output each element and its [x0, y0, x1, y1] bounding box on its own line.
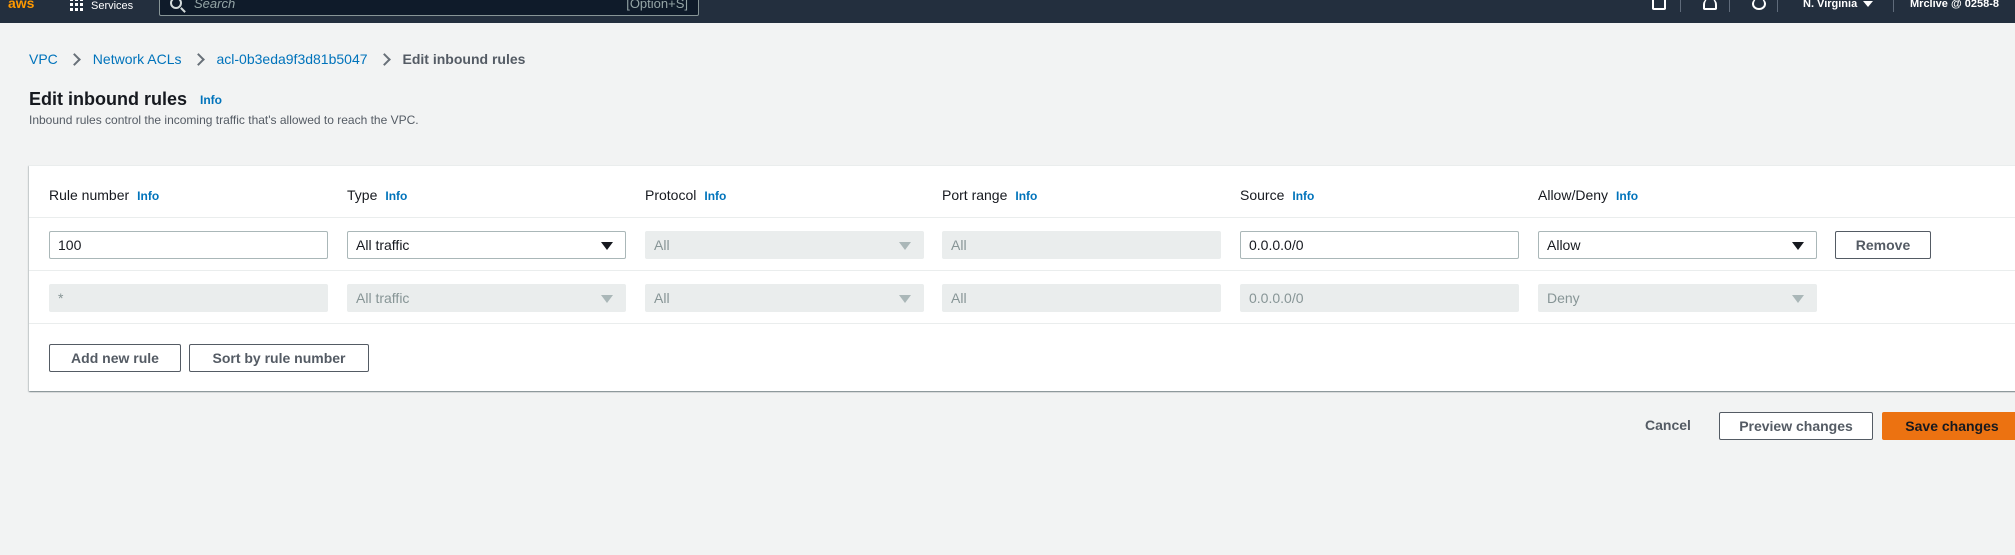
source-input[interactable]: 0.0.0.0/0 — [1240, 231, 1519, 259]
row-divider — [29, 323, 2015, 324]
info-link[interactable]: Info — [1015, 189, 1037, 203]
info-link[interactable]: Info — [1292, 189, 1314, 203]
allow-deny-value: Allow — [1547, 237, 1581, 253]
caret-down-icon — [601, 295, 613, 303]
allow-deny-select-default: Deny — [1538, 284, 1817, 312]
preview-changes-button[interactable]: Preview changes — [1719, 412, 1873, 440]
divider — [1893, 0, 1894, 12]
column-label: Allow/Deny — [1538, 187, 1609, 203]
caret-down-icon — [899, 242, 911, 250]
chevron-right-icon — [67, 52, 81, 66]
column-label: Port range — [942, 187, 1008, 203]
info-link[interactable]: Info — [137, 189, 159, 203]
divider — [1680, 0, 1681, 12]
title-info-link[interactable]: Info — [200, 93, 222, 107]
caret-down-icon — [1792, 242, 1804, 250]
protocol-select-default: All — [645, 284, 924, 312]
page-title-text: Edit inbound rules — [29, 89, 187, 109]
allow-deny-select[interactable]: Allow — [1538, 231, 1817, 259]
breadcrumb-network-acls[interactable]: Network ACLs — [93, 51, 182, 67]
aws-logo[interactable]: aws — [8, 0, 40, 14]
caret-down-icon — [1792, 295, 1804, 303]
grid-icon — [70, 0, 83, 11]
region-label: N. Virginia — [1803, 0, 1858, 10]
column-header-port-range: Port range Info — [942, 187, 1037, 203]
column-label: Rule number — [49, 187, 130, 203]
sort-by-rule-number-button[interactable]: Sort by rule number — [189, 344, 369, 372]
info-link[interactable]: Info — [704, 189, 726, 203]
column-header-allow-deny: Allow/Deny Info — [1538, 187, 1638, 203]
protocol-value: All — [654, 290, 670, 306]
save-changes-button[interactable]: Save changes — [1882, 412, 2015, 440]
row-divider — [29, 270, 2015, 271]
breadcrumb-vpc[interactable]: VPC — [29, 51, 58, 67]
caret-down-icon — [899, 295, 911, 303]
search-icon — [170, 0, 182, 9]
port-range-input-default: All — [942, 284, 1221, 312]
account-menu[interactable]: Mrclive @ 0258-8 — [1910, 0, 1999, 10]
cloudshell-icon[interactable] — [1652, 0, 1666, 10]
divider — [1777, 0, 1778, 12]
column-header-rule-number: Rule number Info — [49, 187, 159, 203]
rule-number-input[interactable]: 100 — [49, 231, 328, 259]
source-input-default: 0.0.0.0/0 — [1240, 284, 1519, 312]
notifications-icon[interactable] — [1703, 0, 1717, 10]
cancel-button[interactable]: Cancel — [1645, 414, 1691, 436]
breadcrumb-acl-id[interactable]: acl-0b3eda9f3d81b5047 — [217, 51, 368, 67]
divider — [1729, 0, 1730, 12]
protocol-value: All — [654, 237, 670, 253]
info-link[interactable]: Info — [1616, 189, 1638, 203]
column-header-protocol: Protocol Info — [645, 187, 726, 203]
add-new-rule-button[interactable]: Add new rule — [49, 344, 181, 372]
protocol-select: All — [645, 231, 924, 259]
column-header-source: Source Info — [1240, 187, 1314, 203]
type-select[interactable]: All traffic — [347, 231, 626, 259]
services-menu[interactable]: Services — [70, 0, 133, 12]
rule-number-input-default: * — [49, 284, 328, 312]
services-label: Services — [91, 0, 134, 12]
page-title: Edit inbound rules Info — [29, 89, 222, 110]
type-value: All traffic — [356, 290, 410, 306]
search-placeholder: Search — [194, 0, 236, 11]
port-range-input: All — [942, 231, 1221, 259]
type-value: All traffic — [356, 237, 410, 253]
type-select-default: All traffic — [347, 284, 626, 312]
column-label: Type — [347, 187, 378, 203]
column-label: Source — [1240, 187, 1285, 203]
column-label: Protocol — [645, 187, 697, 203]
allow-deny-value: Deny — [1547, 290, 1580, 306]
row-divider — [29, 217, 2015, 218]
chevron-right-icon — [191, 52, 205, 66]
help-icon[interactable] — [1752, 0, 1766, 10]
top-navigation-bar: aws Services Search [Option+S] N. Virgin… — [0, 0, 2015, 23]
column-header-type: Type Info — [347, 187, 407, 203]
remove-rule-button[interactable]: Remove — [1835, 231, 1931, 259]
search-input[interactable]: Search [Option+S] — [159, 0, 699, 16]
info-link[interactable]: Info — [385, 189, 407, 203]
page-description: Inbound rules control the incoming traff… — [29, 113, 419, 127]
breadcrumb: VPC Network ACLs acl-0b3eda9f3d81b5047 E… — [29, 49, 525, 69]
caret-down-icon — [1863, 1, 1874, 8]
breadcrumb-current: Edit inbound rules — [402, 51, 526, 67]
chevron-right-icon — [377, 52, 391, 66]
search-shortcut: [Option+S] — [626, 0, 688, 11]
caret-down-icon — [601, 242, 613, 250]
inbound-rules-panel: Rule number Info Type Info Protocol Info Po… — [29, 165, 2015, 391]
region-selector[interactable]: N. Virginia — [1803, 0, 1874, 10]
